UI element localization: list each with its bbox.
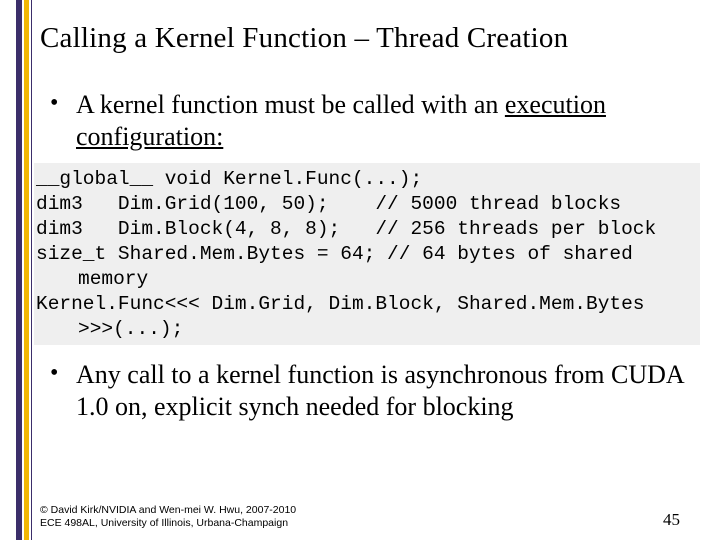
page-number: 45: [663, 509, 680, 530]
code-block: __global__ void Kernel.Func(...);dim3 Di…: [34, 163, 700, 346]
footer: © David Kirk/NVIDIA and Wen-mei W. Hwu, …: [40, 504, 680, 530]
bullet-item-config: A kernel function must be called with an…: [46, 89, 700, 152]
copyright-line: © David Kirk/NVIDIA and Wen-mei W. Hwu, …: [40, 504, 296, 517]
code-line-cont: memory: [36, 267, 694, 292]
code-line-cont: >>>(...);: [36, 317, 694, 342]
copyright-line: ECE 498AL, University of Illinois, Urban…: [40, 517, 296, 530]
code-line: size_t Shared.Mem.Bytes = 64; // 64 byte…: [36, 242, 694, 267]
bullet-list: Any call to a kernel function is asynchr…: [40, 359, 700, 422]
accent-bar: [16, 0, 32, 540]
code-line: dim3 Dim.Block(4, 8, 8); // 256 threads …: [36, 217, 694, 242]
code-line: __global__ void Kernel.Func(...);: [36, 167, 694, 192]
slide-title: Calling a Kernel Function – Thread Creat…: [40, 22, 700, 55]
accent-stripe-thin: [31, 0, 32, 540]
copyright: © David Kirk/NVIDIA and Wen-mei W. Hwu, …: [40, 504, 296, 530]
bullet-list: A kernel function must be called with an…: [40, 89, 700, 152]
slide-body: Calling a Kernel Function – Thread Creat…: [40, 22, 700, 433]
bullet-text-pre: A kernel function must be called with an: [76, 90, 505, 119]
bullet-item-async: Any call to a kernel function is asynchr…: [46, 359, 700, 422]
code-line: Kernel.Func<<< Dim.Grid, Dim.Block, Shar…: [36, 292, 694, 317]
code-line: dim3 Dim.Grid(100, 50); // 5000 thread b…: [36, 192, 694, 217]
